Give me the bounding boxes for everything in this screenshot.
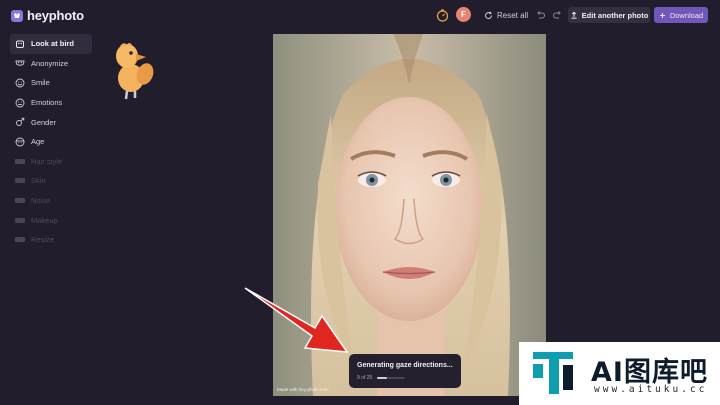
emotion-icon [15,98,25,108]
noise-icon [15,198,25,204]
photo-watermark: Made with hey-photo.com [277,387,329,392]
sidebar-item-makeup: Makeup [10,210,92,230]
sidebar-item-anonymize[interactable]: Anonymize [10,54,92,74]
avatar-initial: F [461,10,466,19]
sidebar-item-look-at-bird[interactable]: Look at bird [10,34,92,54]
progress-bar-fill [377,377,388,379]
smile-icon [15,78,25,88]
bird-illustration [116,43,154,100]
refresh-icon [485,11,493,19]
reset-all-button[interactable]: Reset all [484,8,528,23]
makeup-icon [15,217,25,223]
sidebar-item-skin: Skin [10,171,92,191]
skin-icon [15,178,25,184]
progress-bar [377,377,406,379]
progress-toast: Generating gaze directions... 9 of 25 [349,354,461,388]
top-bar: heyphoto F Reset all Edit another photo [0,0,720,32]
brand-watermark-badge: AI图库吧 www.aituku.cc [519,342,720,405]
resize-icon [15,237,25,243]
sidebar-item-smile[interactable]: Smile [10,73,92,93]
app-logo[interactable]: heyphoto [11,8,84,23]
edit-another-photo-button[interactable]: Edit another photo [568,7,650,23]
sidebar-item-emotions[interactable]: Emotions [10,93,92,113]
sidebar-item-noise: Noise [10,191,92,211]
reset-all-label: Reset all [497,11,529,20]
download-label: Download [669,10,704,20]
undo-icon[interactable] [536,10,545,19]
edit-another-photo-label: Edit another photo [581,10,649,20]
brand-url: www.aituku.cc [594,384,708,395]
redo-icon[interactable] [553,10,562,19]
sidebar-item-hair-style: Hair style [10,152,92,172]
sidebar-item-label: Hair style [31,156,63,166]
tools-sidebar: Look at bird Anonymize Smile Emotions Ge… [10,34,92,250]
sidebar-item-label: Look at bird [31,39,74,49]
sidebar-item-label: Skin [31,176,46,186]
download-button[interactable]: Download [654,7,708,23]
heyphoto-logo-icon [11,9,23,22]
sidebar-item-label: Emotions [31,98,63,108]
sidebar-item-age[interactable]: Age [10,132,92,152]
bird-icon [16,40,24,48]
plus-icon [659,12,665,18]
mask-icon [15,60,25,67]
sidebar-item-gender[interactable]: Gender [10,112,92,132]
timer-icon[interactable] [436,9,449,22]
sidebar-item-label: Resize [31,235,54,245]
toast-title: Generating gaze directions... [357,362,453,369]
progress-count: 9 of 25 [357,375,373,381]
gender-icon [16,117,25,127]
sidebar-item-label: Noise [31,196,51,206]
sidebar-item-label: Smile [31,78,50,88]
upload-icon [571,11,577,19]
app-name: heyphoto [27,8,84,23]
age-icon [15,137,25,147]
sidebar-item-label: Anonymize [31,58,69,68]
hair-style-icon [15,158,25,164]
aituku-logo-icon [533,352,573,394]
sidebar-item-resize: Resize [10,230,92,250]
red-arrow-icon [244,287,349,353]
sidebar-item-label: Age [31,137,45,147]
sidebar-item-label: Makeup [31,215,58,225]
user-avatar[interactable]: F [456,7,471,22]
sidebar-item-label: Gender [31,117,57,127]
